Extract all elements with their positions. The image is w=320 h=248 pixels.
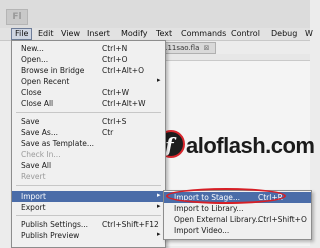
- menu-separator: [16, 185, 161, 186]
- close-icon[interactable]: ⊠: [204, 44, 210, 52]
- menu-item-open-external-library[interactable]: Open External Library... Ctrl+Shift+O: [164, 214, 311, 225]
- submenu-arrow-icon: ▸: [157, 202, 161, 210]
- menu-item-save-as[interactable]: Save As... Ctr: [12, 127, 165, 138]
- menu-view[interactable]: View: [58, 28, 83, 40]
- flash-app-logo: Fl: [6, 9, 28, 25]
- menu-item-close[interactable]: Close Ctrl+W: [12, 87, 165, 98]
- menu-commands[interactable]: Commands: [178, 28, 229, 40]
- menu-window[interactable]: W: [302, 28, 316, 40]
- submenu-arrow-icon: ▸: [157, 76, 161, 84]
- menu-item-save-as-template[interactable]: Save as Template...: [12, 138, 165, 149]
- menu-item-save[interactable]: Save Ctrl+S: [12, 116, 165, 127]
- menu-separator: [16, 215, 161, 216]
- watermark-logo-letter: f: [165, 133, 174, 157]
- submenu-arrow-icon: ▸: [157, 191, 161, 199]
- menu-separator: [16, 112, 161, 113]
- menu-item-import[interactable]: Import ▸: [12, 191, 165, 202]
- menu-item-open[interactable]: Open... Ctrl+O: [12, 54, 165, 65]
- menu-item-import-to-library[interactable]: Import to Library...: [164, 203, 311, 214]
- ruler: [158, 54, 310, 61]
- menu-text[interactable]: Text: [153, 28, 175, 40]
- menu-debug[interactable]: Debug: [268, 28, 300, 40]
- submenu-arrow-icon: ▸: [157, 230, 161, 238]
- menu-item-check-in: Check In...: [21, 150, 61, 159]
- menu-item-export[interactable]: Export ▸: [12, 202, 165, 213]
- menu-item-close-all[interactable]: Close All Ctrl+Alt+W: [12, 98, 165, 109]
- menu-item-browse-in-bridge[interactable]: Browse in Bridge Ctrl+Alt+O: [12, 65, 165, 76]
- menu-item-publish-settings[interactable]: Publish Settings... Ctrl+Shift+F12: [12, 219, 165, 230]
- menu-edit[interactable]: Edit: [35, 28, 57, 40]
- menu-item-save-all[interactable]: Save All: [12, 160, 165, 171]
- menu-item-publish-preview[interactable]: Publish Preview ▸: [12, 230, 165, 241]
- watermark-text: aloflash.com: [186, 133, 315, 158]
- menu-file[interactable]: File: [11, 28, 33, 40]
- menu-modify[interactable]: Modify: [118, 28, 151, 40]
- menu-insert[interactable]: Insert: [84, 28, 113, 40]
- menu-item-revert: Revert: [21, 172, 46, 181]
- menu-item-new[interactable]: New... Ctrl+N: [12, 43, 165, 54]
- menu-item-open-recent[interactable]: Open Recent ▸: [12, 76, 165, 87]
- menu-control[interactable]: Control: [228, 28, 263, 40]
- menu-item-import-video[interactable]: Import Video...: [164, 225, 311, 236]
- title-bar: Fl: [0, 0, 310, 28]
- document-tab[interactable]: 111sao.fla ⊠: [158, 42, 216, 54]
- file-menu: New... Ctrl+N Open... Ctrl+O Browse in Bri…: [11, 40, 166, 248]
- highlight-callout: [166, 188, 286, 204]
- document-tab-label: 111sao.fla: [163, 44, 200, 52]
